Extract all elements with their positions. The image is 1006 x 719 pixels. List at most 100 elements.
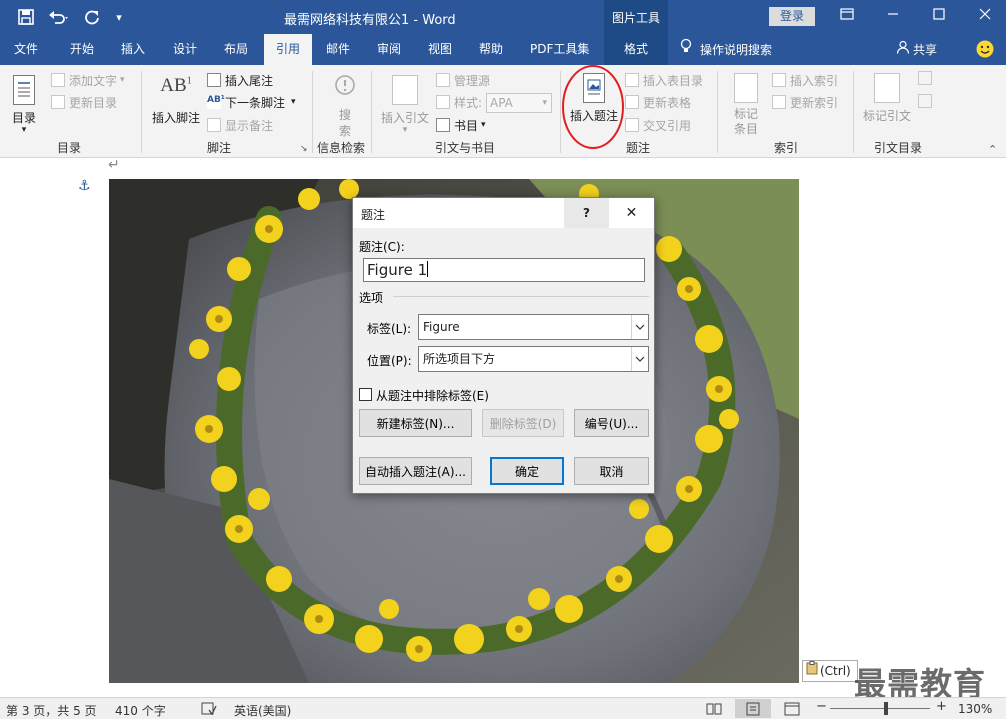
group-label-footnotes: 脚注 [207, 141, 232, 155]
language[interactable]: 英语(美国) [234, 702, 291, 719]
proofing-icon[interactable] [201, 702, 217, 719]
tab-insert[interactable]: 插入 [121, 34, 145, 65]
dialog-title-bar: 题注 ? ✕ [353, 198, 654, 228]
ribbon-display-icon[interactable] [832, 5, 862, 27]
zoom-in-icon[interactable]: + [936, 699, 947, 714]
ok-button[interactable]: 确定 [490, 457, 564, 485]
word-count[interactable]: 410 个字 [115, 702, 166, 719]
tab-pdf-tools[interactable]: PDF工具集 [530, 34, 589, 65]
exclude-label-text: 从题注中排除标签(E) [376, 389, 489, 403]
mark-citation-icon [874, 73, 900, 103]
show-notes-button[interactable]: 显示备注 [207, 115, 273, 135]
dialog-close-button[interactable]: ✕ [609, 198, 654, 228]
tab-design[interactable]: 设计 [173, 34, 197, 65]
tab-file[interactable]: 文件 [14, 34, 38, 65]
caption-input[interactable]: Figure 1 [363, 258, 645, 282]
paste-options-button[interactable]: (Ctrl) [802, 660, 858, 682]
zoom-slider-thumb[interactable] [884, 702, 888, 715]
insert-table-of-figures-button[interactable]: 插入表目录 [625, 70, 703, 90]
tab-view[interactable]: 视图 [428, 34, 452, 65]
chevron-down-icon [631, 347, 648, 371]
lightbulb-icon [680, 35, 692, 65]
style-icon [436, 95, 450, 109]
group-separator [371, 71, 372, 153]
bibliography-icon [436, 118, 450, 132]
numbering-button[interactable]: 编号(U)... [574, 409, 649, 437]
insert-citation-button[interactable]: 插入引文 ▾ [381, 75, 429, 135]
label-dropdown[interactable]: Figure [418, 314, 649, 340]
update-toa-icon[interactable] [918, 94, 932, 108]
search-button[interactable]: 搜索 [332, 73, 358, 139]
cancel-button[interactable]: 取消 [574, 457, 649, 485]
insert-index-icon [772, 73, 786, 87]
style-dropdown[interactable]: APA ▾ [486, 93, 552, 113]
tell-me-search[interactable]: 操作说明搜索 [680, 34, 772, 65]
update-table-icon [625, 95, 639, 109]
add-text-button[interactable]: 添加文字 ▾ [51, 70, 125, 90]
search-icon [332, 73, 358, 103]
caption-label: 题注(C): [359, 240, 405, 254]
login-button[interactable]: 登录 [769, 7, 815, 26]
tab-review[interactable]: 审阅 [377, 34, 401, 65]
update-toc-button[interactable]: 更新目录 [51, 92, 117, 112]
undo-icon[interactable] [44, 6, 74, 28]
update-table-button[interactable]: 更新表格 [625, 92, 691, 112]
zoom-slider[interactable] [830, 708, 930, 709]
tab-help[interactable]: 帮助 [479, 34, 503, 65]
update-toc-icon [51, 95, 65, 109]
cross-reference-button[interactable]: 交叉引用 [625, 115, 691, 135]
next-footnote-icon: AB¹ [207, 95, 225, 109]
group-label-research: 信息检索 [317, 141, 366, 155]
zoom-out-icon[interactable]: − [816, 699, 827, 714]
smiley-feedback-icon[interactable] [976, 34, 994, 65]
collapse-ribbon-icon[interactable]: ⌃ [988, 143, 997, 156]
footnote-dialog-launcher-icon[interactable]: ↘ [300, 144, 308, 154]
group-label-citations: 引文与书目 [435, 141, 496, 155]
document-title: 最需网络科技有限公1 - Word [284, 13, 456, 28]
title-bar: ▾ 最需网络科技有限公1 - Word 图片工具 登录 [0, 0, 1006, 64]
customize-qat-icon[interactable]: ▾ [110, 6, 128, 28]
zoom-level[interactable]: 130% [958, 702, 992, 716]
tab-references[interactable]: 引用 [264, 34, 312, 65]
share-button[interactable]: 共享 [896, 34, 937, 65]
insert-footnote-button[interactable]: AB1 插入脚注 [152, 75, 200, 126]
autocaption-button[interactable]: 自动插入题注(A)... [359, 457, 472, 485]
mark-citation-button[interactable]: 标记引文 [863, 73, 911, 124]
dialog-help-button[interactable]: ? [564, 198, 609, 228]
update-index-button[interactable]: 更新索引 [772, 92, 838, 112]
tab-format[interactable]: 格式 [604, 34, 668, 65]
delete-label-button[interactable]: 删除标签(D) [482, 409, 564, 437]
position-dropdown[interactable]: 所选项目下方 [418, 346, 649, 372]
group-separator [312, 71, 313, 153]
bibliography-button[interactable]: 书目 ▾ [436, 115, 486, 135]
read-mode-icon[interactable] [706, 702, 722, 719]
next-footnote-button[interactable]: AB¹ 下一条脚注 ▾ [207, 92, 296, 112]
print-layout-icon[interactable] [735, 699, 771, 718]
tab-layout[interactable]: 布局 [224, 34, 248, 65]
highlight-circle [562, 65, 624, 149]
insert-toa-icon[interactable] [918, 71, 932, 85]
group-separator [717, 71, 718, 153]
mark-entry-button[interactable]: 标记条目 [733, 73, 759, 137]
new-label-button[interactable]: 新建标签(N)... [359, 409, 472, 437]
page-count[interactable]: 第 3 页，共 5 页 [6, 702, 97, 719]
mark-entry-icon [734, 73, 758, 103]
tab-mailings[interactable]: 邮件 [326, 34, 350, 65]
manage-sources-icon [436, 73, 450, 87]
minimize-icon[interactable] [878, 5, 908, 27]
citation-icon [392, 75, 418, 105]
save-icon[interactable] [14, 6, 38, 28]
insert-endnote-button[interactable]: 插入尾注 [207, 70, 273, 90]
toc-button[interactable]: 目录 ▾ [12, 75, 36, 135]
insert-index-button[interactable]: 插入索引 [772, 70, 838, 90]
exclude-label-checkbox[interactable] [359, 388, 372, 401]
redo-icon[interactable] [80, 6, 104, 28]
chevron-down-icon [631, 315, 648, 339]
web-layout-icon[interactable] [784, 702, 800, 719]
group-separator [853, 71, 854, 153]
status-bar: 第 3 页，共 5 页 410 个字 英语(美国) − + 130% [0, 697, 1006, 719]
close-window-icon[interactable] [970, 5, 1000, 27]
maximize-icon[interactable] [924, 5, 954, 27]
manage-sources-button[interactable]: 管理源 [436, 70, 490, 90]
tab-home[interactable]: 开始 [70, 34, 94, 65]
